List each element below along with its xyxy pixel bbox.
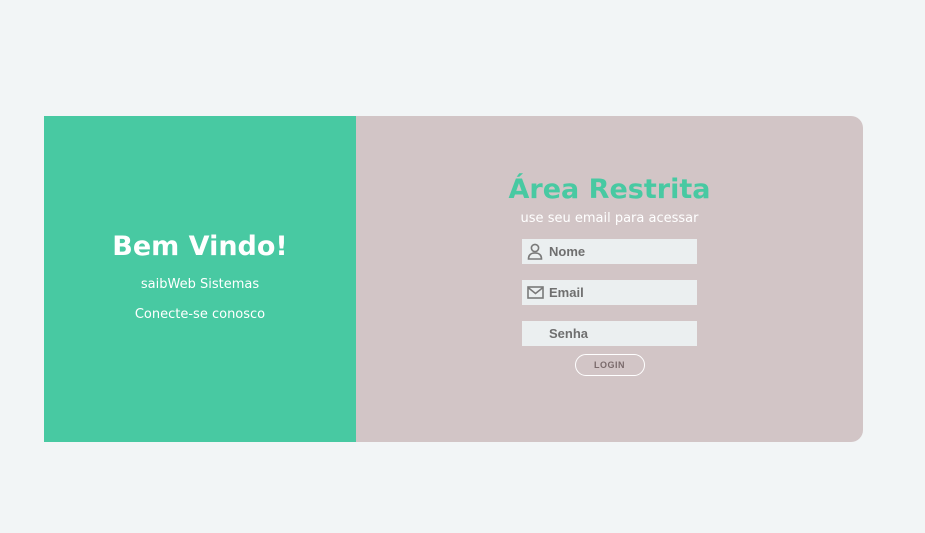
welcome-title: Bem Vindo! bbox=[112, 230, 288, 262]
password-field[interactable] bbox=[522, 321, 697, 346]
email-input[interactable] bbox=[549, 285, 689, 300]
company-name: saibWeb Sistemas bbox=[140, 276, 260, 292]
login-subtitle: use seu email para acessar bbox=[520, 211, 699, 226]
envelope-icon bbox=[526, 284, 544, 302]
login-panel: Área Restrita use seu email para acessar bbox=[356, 116, 863, 442]
welcome-panel: Bem Vindo! saibWeb Sistemas Conecte-se c… bbox=[44, 116, 356, 442]
password-input[interactable] bbox=[549, 326, 689, 341]
email-field[interactable] bbox=[522, 280, 697, 305]
login-card: Bem Vindo! saibWeb Sistemas Conecte-se c… bbox=[44, 116, 863, 442]
login-title: Área Restrita bbox=[508, 174, 711, 205]
welcome-tagline: Conecte-se conosco bbox=[134, 306, 266, 322]
user-icon bbox=[526, 243, 544, 261]
name-input[interactable] bbox=[549, 244, 689, 259]
name-field[interactable] bbox=[522, 239, 697, 264]
login-button[interactable]: LOGIN bbox=[574, 354, 645, 376]
page: Bem Vindo! saibWeb Sistemas Conecte-se c… bbox=[0, 0, 925, 533]
lock-icon-placeholder bbox=[526, 325, 544, 343]
